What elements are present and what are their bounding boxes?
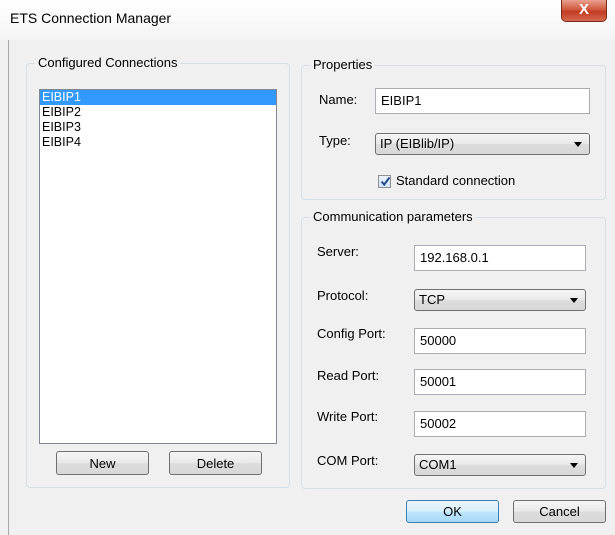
communication-parameters-label: Communication parameters — [310, 209, 476, 224]
write-port-field[interactable]: 50002 — [414, 411, 586, 437]
write-port-label: Write Port: — [317, 409, 379, 424]
dialog-client-area: Configured Connections EIBIP1 EIBIP2 EIB… — [8, 40, 615, 535]
list-item[interactable]: EIBIP2 — [40, 105, 276, 120]
dialog-window: ETS Connection Manager X Configured Conn… — [0, 0, 615, 535]
communication-parameters-group: Communication parameters Server: 192.168… — [301, 209, 606, 489]
close-icon: X — [578, 1, 589, 18]
delete-button[interactable]: Delete — [169, 451, 262, 475]
properties-label: Properties — [310, 57, 376, 72]
protocol-select-value: TCP — [419, 292, 445, 307]
server-field[interactable]: 192.168.0.1 — [414, 245, 586, 271]
config-port-label: Config Port: — [317, 326, 386, 341]
chevron-down-icon — [570, 463, 578, 468]
name-field[interactable]: EIBIP1 — [375, 88, 590, 114]
chevron-down-icon — [574, 142, 582, 147]
com-port-select-value: COM1 — [419, 457, 457, 472]
chevron-down-icon — [570, 298, 578, 303]
read-port-label: Read Port: — [317, 368, 380, 383]
com-port-label: COM Port: — [317, 453, 379, 468]
protocol-label: Protocol: — [317, 288, 369, 303]
protocol-select[interactable]: TCP — [414, 289, 586, 311]
type-select[interactable]: IP (EIBlib/IP) — [375, 133, 590, 155]
configured-connections-group: Configured Connections EIBIP1 EIBIP2 EIB… — [26, 55, 290, 488]
new-button[interactable]: New — [56, 451, 149, 475]
server-label: Server: — [317, 244, 359, 259]
configured-connections-label: Configured Connections — [35, 55, 181, 70]
name-label: Name: — [319, 92, 358, 107]
standard-connection-label[interactable]: Standard connection — [396, 173, 515, 188]
ok-button[interactable]: OK — [406, 500, 499, 523]
type-select-value: IP (EIBlib/IP) — [380, 136, 455, 151]
checkmark-icon — [380, 176, 391, 187]
read-port-field[interactable]: 50001 — [414, 369, 586, 395]
window-title: ETS Connection Manager — [10, 10, 172, 26]
config-port-field[interactable]: 50000 — [414, 328, 586, 354]
standard-connection-checkbox[interactable] — [378, 175, 391, 188]
com-port-select[interactable]: COM1 — [414, 454, 586, 476]
close-button[interactable]: X — [561, 0, 607, 22]
list-item[interactable]: EIBIP3 — [40, 120, 276, 135]
type-label: Type: — [319, 133, 351, 148]
title-bar[interactable]: ETS Connection Manager X — [0, 0, 615, 40]
list-item[interactable]: EIBIP1 — [40, 90, 276, 105]
connections-listbox[interactable]: EIBIP1 EIBIP2 EIBIP3 EIBIP4 — [39, 89, 277, 444]
properties-group: Properties Name: EIBIP1 Type: IP (EIBlib… — [301, 57, 606, 200]
list-item[interactable]: EIBIP4 — [40, 135, 276, 150]
cancel-button[interactable]: Cancel — [513, 500, 606, 523]
